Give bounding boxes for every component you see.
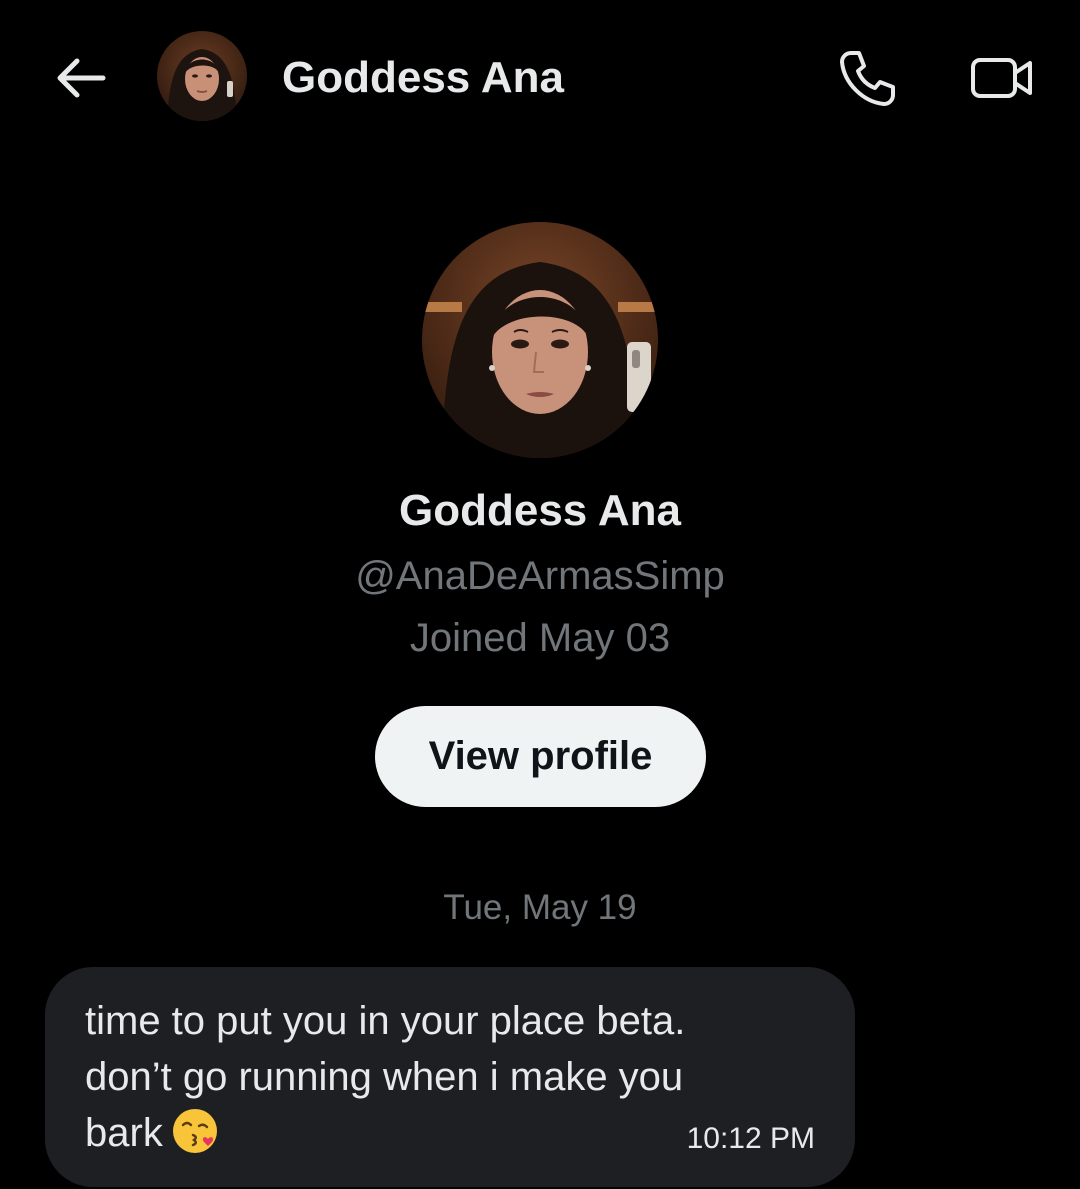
conversation-header: Goddess Ana <box>0 0 1080 155</box>
message-bubble[interactable]: time to put you in your place beta. don’… <box>45 967 855 1187</box>
kissing-face-with-heart-icon <box>171 1107 219 1155</box>
arrow-left-icon <box>57 58 106 98</box>
back-button[interactable] <box>50 50 110 106</box>
avatar-photo <box>157 31 247 121</box>
date-divider: Tue, May 19 <box>443 888 637 927</box>
header-avatar[interactable] <box>157 31 247 121</box>
profile-name: Goddess Ana <box>399 486 681 535</box>
message-timestamp: 10:12 PM <box>686 1122 815 1155</box>
phone-icon <box>840 51 895 106</box>
profile-avatar[interactable] <box>422 222 658 458</box>
profile-handle: @AnaDeArmasSimp <box>355 554 725 598</box>
avatar-photo <box>422 222 658 458</box>
video-camera-icon <box>971 58 1032 98</box>
video-call-button[interactable] <box>962 42 1042 114</box>
profile-joined-date: Joined May 03 <box>409 616 671 660</box>
call-button[interactable] <box>832 42 904 114</box>
view-profile-button[interactable]: View profile <box>375 706 706 807</box>
message-text: time to put you in your place beta. don’… <box>85 993 745 1161</box>
header-title[interactable]: Goddess Ana <box>282 50 564 106</box>
